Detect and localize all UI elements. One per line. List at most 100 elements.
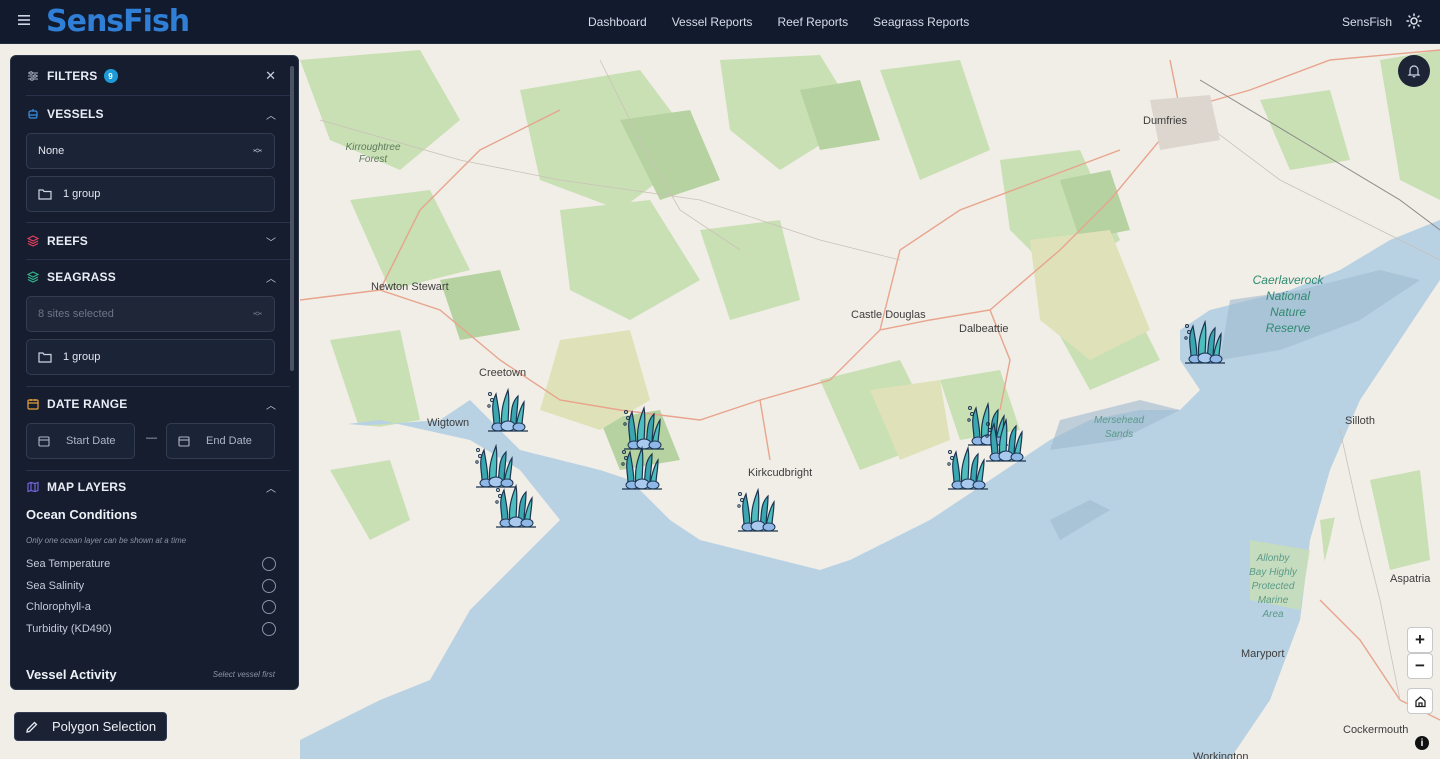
map-layers-icon [27, 481, 39, 493]
zoom-in-button[interactable]: + [1407, 627, 1433, 653]
layer-checkbox[interactable] [262, 557, 276, 571]
place-label: Wigtown [427, 417, 470, 429]
place-label: Kirkcudbright [748, 467, 813, 479]
seagrass-select[interactable]: 8 sites selected ︿ ﹀ [26, 296, 275, 332]
vessel-select-value: None [38, 145, 65, 157]
seagrass-marker-icon[interactable] [1183, 318, 1227, 366]
seagrass-marker-icon[interactable] [494, 482, 538, 530]
calendar-icon [27, 399, 39, 410]
layer-checkbox[interactable] [262, 579, 276, 593]
app-logo[interactable]: SensFish [46, 4, 190, 39]
layer-row[interactable]: Sea Salinity [26, 579, 276, 593]
filters-header: FILTERS 9 ✕ [27, 68, 276, 84]
home-icon [1414, 695, 1426, 707]
map-layers-title: MAP LAYERS [47, 480, 127, 494]
chevron-up-icon[interactable]: ︿ [266, 107, 276, 122]
divider [26, 470, 290, 471]
start-date-input[interactable]: Start Date [26, 423, 135, 459]
seagrass-title: SEAGRASS [47, 270, 116, 284]
vessel-group-label: 1 group [63, 188, 101, 200]
reefs-section-header[interactable]: REEFS ﹀ [27, 234, 276, 249]
filter-icon [28, 71, 38, 81]
seagrass-marker-icon[interactable] [486, 386, 530, 434]
end-date-input[interactable]: End Date [166, 423, 275, 459]
mpa-label: Allonby Bay Highly Protected Marine Area [1249, 553, 1297, 620]
info-icon[interactable]: i [1415, 736, 1429, 750]
divider [26, 259, 290, 260]
nav-dashboard[interactable]: Dashboard [588, 15, 647, 29]
vessel-group-button[interactable]: 1 group [26, 176, 275, 212]
user-name[interactable]: SensFish [1342, 15, 1392, 29]
sands-label: Mersehead Sands [1093, 415, 1145, 440]
divider [26, 95, 290, 96]
date-separator: — [146, 432, 157, 444]
layer-label: Chlorophyll-a [26, 601, 91, 613]
layer-label: Turbidity (KD490) [26, 623, 112, 635]
layer-label: Sea Salinity [26, 580, 85, 592]
panel-scrollbar[interactable] [290, 66, 294, 371]
place-label: Aspatria [1390, 573, 1431, 585]
folder-icon [38, 189, 52, 200]
chevron-up-icon[interactable]: ︿ [266, 397, 276, 412]
select-arrows-icon: ︿ ﹀ [252, 306, 262, 322]
layer-checkbox[interactable] [262, 622, 276, 636]
map-layers-section-header[interactable]: MAP LAYERS ︿ [27, 480, 276, 495]
ocean-conditions-title: Ocean Conditions [26, 507, 138, 522]
forest-label: Kirroughtree Forest [345, 142, 401, 165]
seagrass-marker-icon[interactable] [984, 416, 1028, 464]
sun-icon[interactable] [1406, 13, 1422, 29]
bell-icon[interactable] [1398, 55, 1430, 87]
vessels-title: VESSELS [47, 107, 104, 121]
layer-row[interactable]: Turbidity (KD490) [26, 622, 276, 636]
nav-seagrass-reports[interactable]: Seagrass Reports [873, 15, 969, 29]
divider [26, 386, 290, 387]
end-date-placeholder: End Date [206, 435, 252, 447]
filters-title: FILTERS [47, 69, 98, 83]
layer-row[interactable]: Chlorophyll-a [26, 600, 276, 614]
nav-reef-reports[interactable]: Reef Reports [777, 15, 848, 29]
pencil-icon [26, 721, 38, 733]
home-button[interactable] [1407, 688, 1433, 714]
place-label: Dalbeattie [959, 323, 1009, 335]
date-range-title: DATE RANGE [47, 397, 128, 411]
polygon-selection-button[interactable]: Polygon Selection [14, 712, 167, 741]
close-icon[interactable]: ✕ [265, 68, 276, 84]
layer-checkbox[interactable] [262, 600, 276, 614]
divider [26, 222, 290, 223]
calendar-icon [38, 436, 50, 447]
seagrass-section-header[interactable]: SEAGRASS ︿ [27, 270, 276, 285]
seagrass-group-button[interactable]: 1 group [26, 339, 275, 375]
filters-panel: FILTERS 9 ✕ VESSELS ︿ None ︿ ﹀ 1 group RE… [10, 55, 299, 690]
seagrass-marker-icon[interactable] [736, 486, 780, 534]
seagrass-marker-icon[interactable] [620, 444, 664, 492]
chevron-down-icon[interactable]: ﹀ [266, 234, 276, 249]
zoom-out-button[interactable]: − [1407, 653, 1433, 679]
polygon-selection-label: Polygon Selection [52, 719, 157, 734]
select-arrows-icon: ︿ ﹀ [252, 143, 262, 159]
layer-row[interactable]: Sea Temperature [26, 557, 276, 571]
place-label: Silloth [1345, 415, 1375, 427]
ocean-note: Only one ocean layer can be shown at a t… [26, 536, 187, 545]
chevron-up-icon[interactable]: ︿ [266, 480, 276, 495]
place-label: Cockermouth [1343, 724, 1409, 736]
start-date-placeholder: Start Date [66, 435, 116, 447]
place-label: Castle Douglas [851, 309, 926, 321]
vessel-activity-note: Select vessel first [212, 670, 275, 679]
place-label: Workington [1193, 751, 1249, 759]
vessel-icon [28, 109, 38, 119]
vessels-section-header[interactable]: VESSELS ︿ [27, 107, 276, 122]
seagrass-icon [27, 271, 39, 283]
seagrass-group-label: 1 group [63, 351, 101, 363]
nav-vessel-reports[interactable]: Vessel Reports [672, 15, 753, 29]
seagrass-marker-icon[interactable] [946, 444, 990, 492]
vessel-select[interactable]: None ︿ ﹀ [26, 133, 275, 169]
main-nav: Dashboard Vessel Reports Reef Reports Se… [588, 0, 994, 44]
place-label: Maryport [1241, 648, 1285, 660]
chevron-up-icon[interactable]: ︿ [266, 270, 276, 285]
date-range-section-header[interactable]: DATE RANGE ︿ [27, 397, 276, 412]
menu-icon[interactable] [18, 14, 32, 28]
folder-icon [38, 352, 52, 363]
park-label: Caerlaverock National Nature Reserve [1252, 273, 1324, 335]
reefs-title: REEFS [47, 234, 89, 248]
layer-label: Sea Temperature [26, 558, 111, 570]
